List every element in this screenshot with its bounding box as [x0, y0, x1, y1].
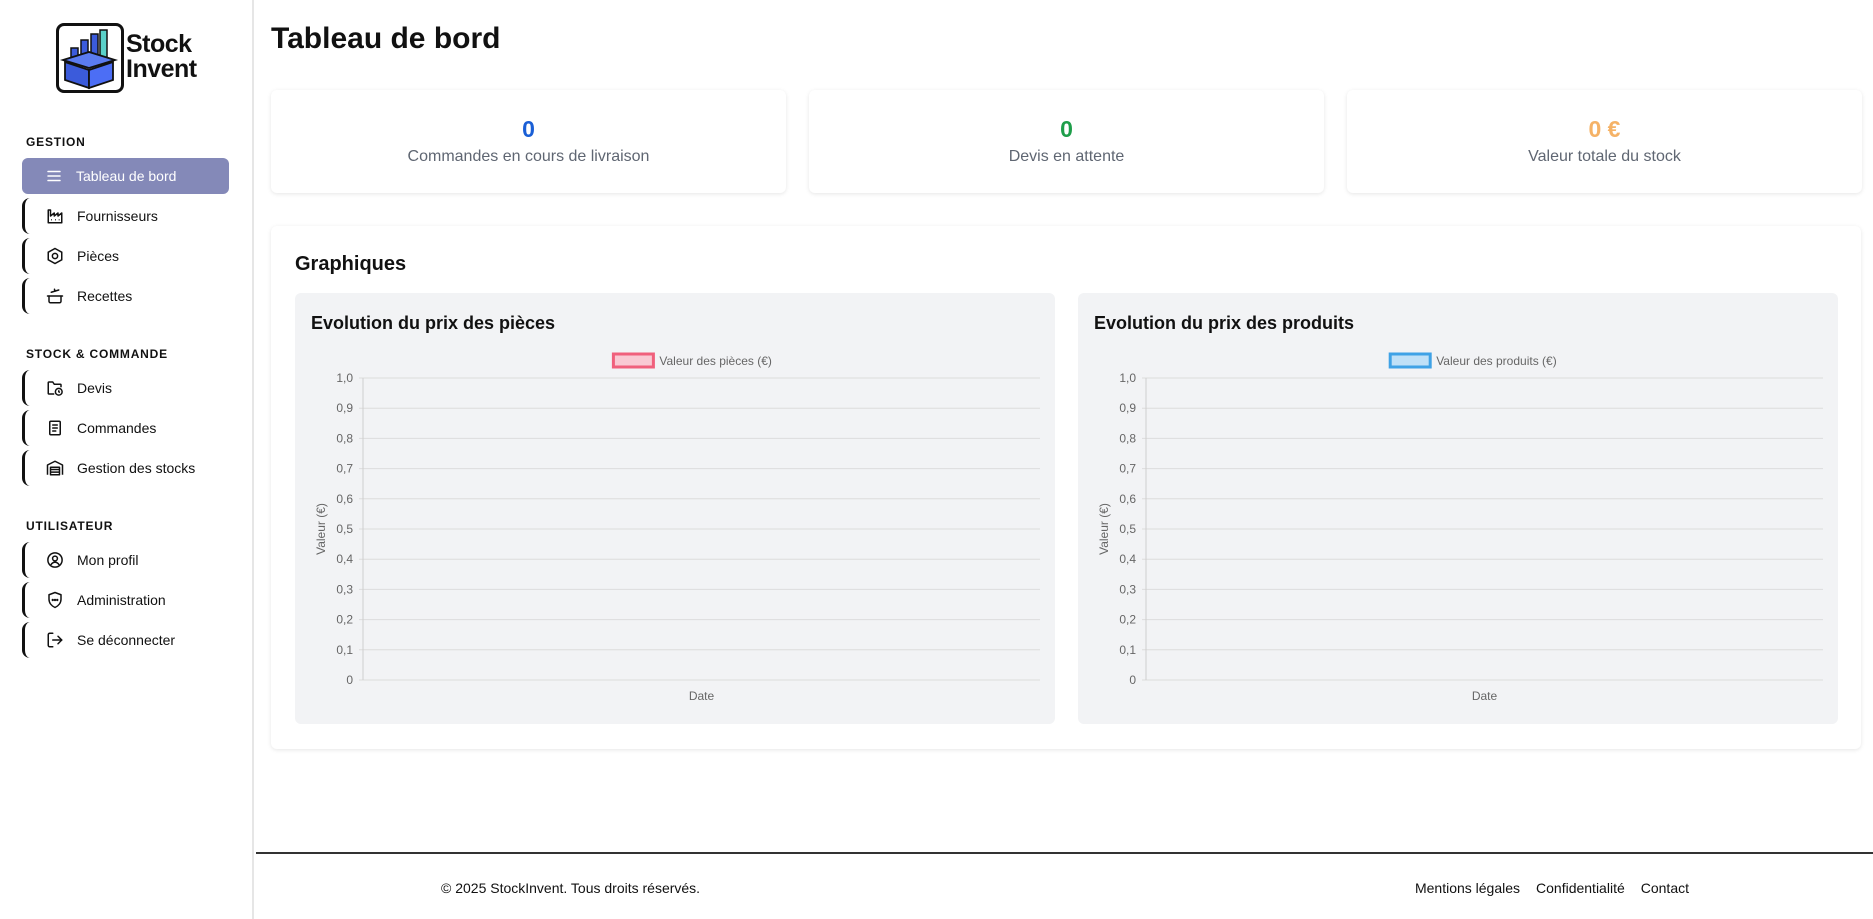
section-title-utilisateur: UTILISATEUR	[26, 519, 114, 533]
stat-value: 0 €	[1588, 116, 1621, 142]
y-tick-label: 0,7	[1119, 462, 1136, 476]
sidebar-item-label: Commandes	[77, 420, 157, 436]
footer-link-mentions-legales[interactable]: Mentions légales	[1415, 880, 1520, 896]
y-tick-label: 0,4	[1119, 552, 1136, 566]
main-content: Tableau de bord 0 Commandes en cours de …	[256, 0, 1873, 852]
folder-clock-icon	[45, 378, 65, 398]
graphs-section: Graphiques Evolution du prix des pièces …	[271, 226, 1861, 749]
y-tick-label: 0,7	[336, 462, 353, 476]
sidebar-item-recettes[interactable]: Recettes	[22, 278, 229, 314]
stat-card-valeur-stock: 0 € Valeur totale du stock	[1347, 90, 1862, 193]
footer: © 2025 StockInvent. Tous droits réservés…	[256, 852, 1873, 919]
y-tick-label: 0,5	[1119, 522, 1136, 536]
chart-panel-produits: Evolution du prix des produits 0 0,1 0,2 0,…	[1078, 293, 1838, 724]
y-tick-label: 0,8	[1119, 431, 1136, 445]
section-title-stock-commande: STOCK & COMMANDE	[26, 347, 168, 361]
sidebar-item-label: Devis	[77, 380, 113, 396]
y-tick-label: 0,6	[336, 492, 353, 506]
chart-pieces[interactable]: 0 0,1 0,2 0,3 0,4 0,5 0,6 0,7 0,8 0,9 1,0 Valeur de…	[295, 293, 1055, 724]
user-circle-icon	[45, 550, 65, 570]
sidebar-item-label: Mon profil	[77, 552, 139, 568]
copyright-text: © 2025 StockInvent. Tous droits réservés…	[441, 880, 701, 896]
y-tick-label: 0,3	[336, 582, 353, 596]
sidebar-item-gestion-des-stocks[interactable]: Gestion des stocks	[22, 450, 229, 486]
y-tick-label: 0,8	[336, 431, 353, 445]
stat-card-devis: 0 Devis en attente	[809, 90, 1324, 193]
sidebar-item-label: Administration	[77, 592, 166, 608]
y-tick-label: 0,3	[1119, 582, 1136, 596]
y-tick-label: 0,5	[336, 522, 353, 536]
hex-nut-icon	[45, 246, 65, 266]
section-title-gestion: GESTION	[26, 135, 86, 149]
x-axis-label: Date	[1472, 689, 1498, 703]
warehouse-icon	[45, 458, 65, 478]
sidebar-item-se-deconnecter[interactable]: Se déconnecter	[22, 622, 229, 658]
y-axis-label: Valeur (€)	[1097, 503, 1111, 555]
sidebar-item-label: Recettes	[77, 288, 133, 304]
logout-icon	[45, 630, 65, 650]
y-tick-label: 0,6	[1119, 492, 1136, 506]
y-tick-label: 0	[1129, 673, 1136, 687]
box-chart-logo-icon	[56, 23, 124, 93]
y-tick-label: 0,2	[336, 613, 353, 627]
y-tick-label: 1,0	[336, 371, 353, 385]
y-tick-label: 0,4	[336, 552, 353, 566]
sidebar-item-tableau-de-bord[interactable]: Tableau de bord	[22, 158, 229, 194]
footer-link-confidentialite[interactable]: Confidentialité	[1536, 880, 1625, 896]
stat-card-commandes: 0 Commandes en cours de livraison	[271, 90, 786, 193]
stat-label: Valeur totale du stock	[1528, 148, 1681, 165]
legend-label[interactable]: Valeur des pièces (€)	[659, 354, 772, 368]
legend-swatch[interactable]	[611, 352, 655, 369]
brand-logo[interactable]: Stock Invent	[56, 23, 206, 95]
sidebar-item-devis[interactable]: Devis	[22, 370, 229, 406]
sidebar-item-mon-profil[interactable]: Mon profil	[22, 542, 229, 578]
factory-icon	[45, 206, 65, 226]
y-tick-label: 0,9	[1119, 401, 1136, 415]
y-tick-label: 0	[346, 673, 353, 687]
legend-label[interactable]: Valeur des produits (€)	[1436, 354, 1557, 368]
sidebar-item-label: Fournisseurs	[77, 208, 158, 224]
legend-swatch[interactable]	[1388, 352, 1432, 369]
sidebar-item-label: Tableau de bord	[76, 168, 177, 184]
x-axis-label: Date	[689, 689, 715, 703]
brand-name: Stock Invent	[126, 32, 197, 82]
stat-label: Devis en attente	[1008, 148, 1125, 165]
sidebar-item-commandes[interactable]: Commandes	[22, 410, 229, 446]
sidebar-item-label: Se déconnecter	[77, 632, 176, 648]
y-tick-label: 0,1	[1119, 643, 1136, 657]
cooking-pot-icon	[45, 286, 65, 306]
stat-label: Commandes en cours de livraison	[407, 148, 650, 165]
stat-value: 0	[522, 116, 535, 142]
y-tick-label: 0,1	[336, 643, 353, 657]
document-icon	[45, 418, 65, 438]
footer-links: Mentions légales Confidentialité Contact	[1415, 880, 1689, 896]
y-tick-label: 0,2	[1119, 613, 1136, 627]
footer-link-contact[interactable]: Contact	[1641, 880, 1689, 896]
chart-panel-pieces: Evolution du prix des pièces 0 0,1 0,2 0,3 0…	[295, 293, 1055, 724]
brand-name-line2: Invent	[126, 55, 197, 83]
page-title: Tableau de bord	[271, 22, 501, 55]
y-tick-label: 0,9	[336, 401, 353, 415]
y-axis-label: Valeur (€)	[314, 503, 328, 555]
brand-name-line1: Stock	[126, 30, 192, 58]
y-tick-label: 1,0	[1119, 371, 1136, 385]
chart-produits[interactable]: 0 0,1 0,2 0,3 0,4 0,5 0,6 0,7 0,8 0,9 1,0 Valeur de…	[1078, 293, 1838, 724]
sidebar-item-pieces[interactable]: Pièces	[22, 238, 229, 274]
sidebar: Stock Invent GESTION Tableau de bord Fou…	[0, 0, 254, 919]
stat-value: 0	[1060, 116, 1073, 142]
menu-icon	[44, 166, 64, 186]
sidebar-item-fournisseurs[interactable]: Fournisseurs	[22, 198, 229, 234]
sidebar-item-label: Gestion des stocks	[77, 460, 196, 476]
shield-icon	[45, 590, 65, 610]
sidebar-item-label: Pièces	[77, 248, 120, 264]
graphs-title: Graphiques	[295, 253, 407, 275]
sidebar-item-administration[interactable]: Administration	[22, 582, 229, 618]
